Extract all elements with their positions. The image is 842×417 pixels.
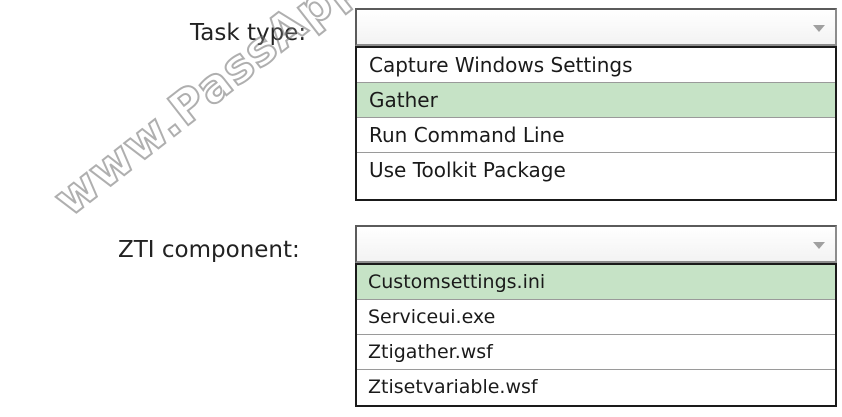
task-type-label: Task type:: [190, 20, 307, 46]
task-type-option[interactable]: Run Command Line: [357, 118, 835, 153]
zti-component-label: ZTI component:: [118, 237, 300, 263]
chevron-down-icon[interactable]: [813, 242, 825, 249]
task-type-option[interactable]: Capture Windows Settings: [357, 48, 835, 83]
task-type-dropdown[interactable]: [355, 8, 837, 46]
zti-component-option[interactable]: Serviceui.exe: [357, 300, 835, 335]
zti-component-option[interactable]: Customsettings.ini: [357, 265, 835, 300]
zti-component-options-list: Customsettings.ini Serviceui.exe Ztigath…: [355, 263, 837, 407]
chevron-down-icon[interactable]: [813, 25, 825, 32]
zti-component-option[interactable]: Ztisetvariable.wsf: [357, 370, 835, 405]
task-type-option[interactable]: Gather: [357, 83, 835, 118]
task-type-options-list: Capture Windows Settings Gather Run Comm…: [355, 46, 837, 201]
task-type-option[interactable]: Use Toolkit Package: [357, 153, 835, 188]
zti-component-dropdown[interactable]: [355, 225, 837, 263]
zti-component-option[interactable]: Ztigather.wsf: [357, 335, 835, 370]
